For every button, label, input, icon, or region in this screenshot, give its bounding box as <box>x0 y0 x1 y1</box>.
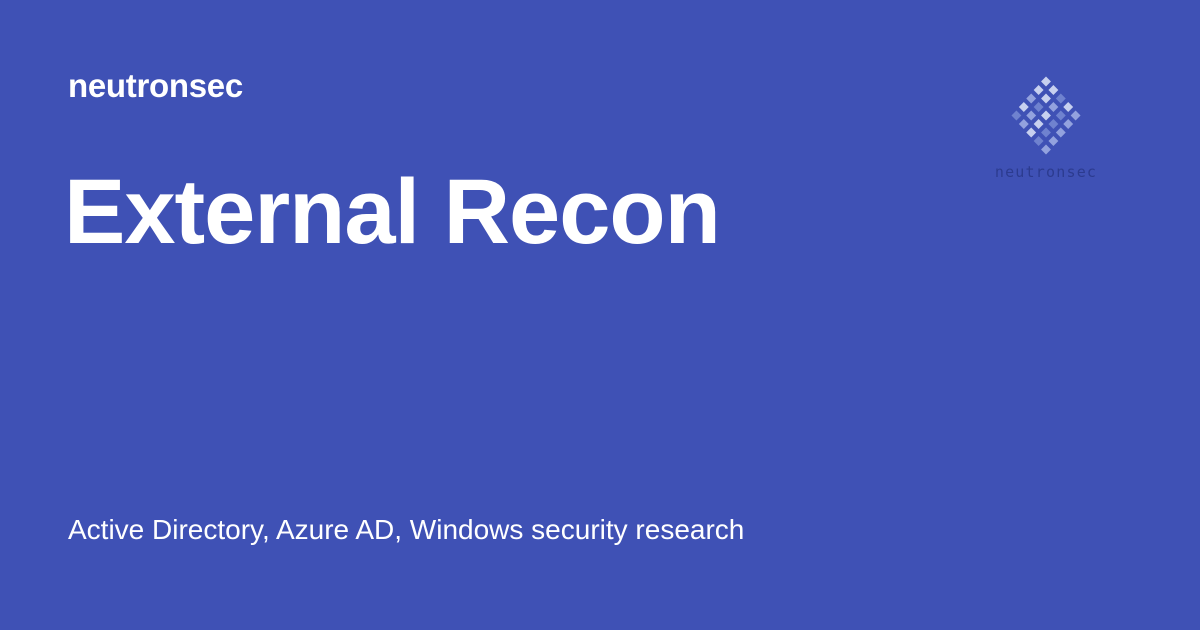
site-description: Active Directory, Azure AD, Windows secu… <box>68 514 745 545</box>
logo-tile <box>1026 110 1037 121</box>
logo-tile <box>1026 127 1037 138</box>
logo-tile <box>1033 136 1044 146</box>
logo-tile <box>1041 93 1051 104</box>
logo-tile <box>1041 127 1051 138</box>
logo-tile <box>1048 119 1059 129</box>
logo-tile <box>1055 110 1066 121</box>
logo-text: neutronsec <box>994 163 1098 181</box>
logo-tile <box>1033 85 1044 95</box>
diamond-grid-logo-icon <box>1011 76 1081 155</box>
logo-tile <box>1033 102 1044 112</box>
logo-tile <box>1018 102 1029 112</box>
logo-tile <box>1048 136 1059 146</box>
logo-tile <box>1033 119 1044 129</box>
logo-tile <box>1048 85 1059 95</box>
logo-tile <box>1041 76 1051 87</box>
logo-tile <box>1048 102 1059 112</box>
logo-tile <box>1018 119 1029 129</box>
logo-tile <box>1070 110 1081 121</box>
logo-tile <box>1041 110 1051 121</box>
site-name: neutronsec <box>68 67 243 104</box>
logo-tile <box>1063 102 1074 112</box>
page-title: External Recon <box>64 161 721 263</box>
logo-tile <box>1055 93 1066 104</box>
site-logo: neutronsec <box>984 74 1108 186</box>
logo-tile <box>1026 93 1037 104</box>
logo-tile <box>1063 119 1074 129</box>
logo-tile <box>1055 127 1066 138</box>
logo-tile <box>1011 110 1022 121</box>
logo-tile <box>1041 144 1051 155</box>
